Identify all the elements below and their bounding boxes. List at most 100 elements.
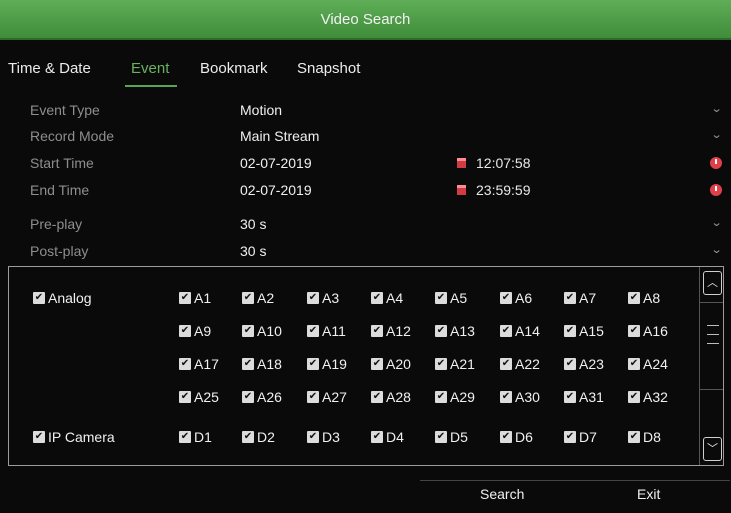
channel-label: A13 — [450, 323, 475, 339]
search-button[interactable]: Search — [480, 486, 524, 502]
analog-group-checkbox[interactable]: ✔ Analog — [33, 290, 92, 306]
tab-event[interactable]: Event — [131, 60, 169, 77]
channel-checkbox-a8[interactable]: ✔ A8 — [628, 290, 660, 306]
channel-checkbox-a5[interactable]: ✔ A5 — [435, 290, 467, 306]
chevron-down-icon[interactable]: ⌄ — [710, 216, 722, 229]
channel-checkbox-a28[interactable]: ✔ A28 — [371, 389, 411, 405]
channel-checkbox-a21[interactable]: ✔ A21 — [435, 356, 475, 372]
channel-checkbox-a18[interactable]: ✔ A18 — [242, 356, 282, 372]
checkbox-checked-icon: ✔ — [628, 358, 640, 370]
channel-checkbox-a13[interactable]: ✔ A13 — [435, 323, 475, 339]
channel-label: D1 — [194, 429, 212, 445]
checkbox-checked-icon: ✔ — [628, 391, 640, 403]
channel-checkbox-a15[interactable]: ✔ A15 — [564, 323, 604, 339]
exit-button[interactable]: Exit — [637, 486, 660, 502]
channel-checkbox-a12[interactable]: ✔ A12 — [371, 323, 411, 339]
channel-checkbox-a14[interactable]: ✔ A14 — [500, 323, 540, 339]
calendar-icon[interactable] — [457, 158, 466, 168]
channel-checkbox-a6[interactable]: ✔ A6 — [500, 290, 532, 306]
checkbox-checked-icon: ✔ — [628, 292, 640, 304]
channel-label: A5 — [450, 290, 468, 306]
channel-checkbox-d2[interactable]: ✔ D2 — [242, 429, 275, 445]
channel-checkbox-d8[interactable]: ✔ D8 — [628, 429, 661, 445]
end-date-field[interactable]: 02-07-2019 — [240, 182, 312, 198]
start-time-field[interactable]: 12:07:58 — [476, 155, 531, 171]
channel-checkbox-a24[interactable]: ✔ A24 — [628, 356, 668, 372]
channel-checkbox-a3[interactable]: ✔ A3 — [307, 290, 339, 306]
event-type-row[interactable]: Event Type Motion ⌄ — [0, 100, 731, 122]
clock-icon[interactable] — [710, 184, 722, 196]
tab-time-date[interactable]: Time & Date — [8, 60, 91, 77]
record-mode-row[interactable]: Record Mode Main Stream ⌄ — [0, 126, 731, 148]
channel-checkbox-a23[interactable]: ✔ A23 — [564, 356, 604, 372]
channel-checkbox-a32[interactable]: ✔ A32 — [628, 389, 668, 405]
channel-checkbox-a10[interactable]: ✔ A10 — [242, 323, 282, 339]
channel-checkbox-d5[interactable]: ✔ D5 — [435, 429, 468, 445]
channel-checkbox-a19[interactable]: ✔ A19 — [307, 356, 347, 372]
channel-label: A7 — [579, 290, 597, 306]
channel-label: A27 — [322, 389, 347, 405]
channel-checkbox-a1[interactable]: ✔ A1 — [179, 290, 211, 306]
record-mode-select[interactable]: Main Stream — [240, 128, 319, 144]
channel-scrollbar[interactable]: ︿ ﹀ — [699, 267, 723, 465]
channel-checkbox-d1[interactable]: ✔ D1 — [179, 429, 212, 445]
ip-camera-group-checkbox[interactable]: ✔ IP Camera — [33, 429, 115, 445]
pre-play-row[interactable]: Pre-play 30 s ⌄ — [0, 214, 731, 236]
channel-checkbox-a22[interactable]: ✔ A22 — [500, 356, 540, 372]
channel-checkbox-a29[interactable]: ✔ A29 — [435, 389, 475, 405]
channel-checkbox-a30[interactable]: ✔ A30 — [500, 389, 540, 405]
chevron-down-icon[interactable]: ⌄ — [710, 243, 722, 256]
channel-checkbox-a17[interactable]: ✔ A17 — [179, 356, 219, 372]
channel-label: A32 — [643, 389, 668, 405]
channel-checkbox-a2[interactable]: ✔ A2 — [242, 290, 274, 306]
channel-label: A20 — [386, 356, 411, 372]
pre-play-select[interactable]: 30 s — [240, 216, 266, 232]
channel-checkbox-a25[interactable]: ✔ A25 — [179, 389, 219, 405]
channel-checkbox-d4[interactable]: ✔ D4 — [371, 429, 404, 445]
checkbox-checked-icon: ✔ — [242, 325, 254, 337]
chevron-down-icon[interactable]: ⌄ — [710, 128, 722, 141]
channel-checkbox-d6[interactable]: ✔ D6 — [500, 429, 533, 445]
window-title: Video Search — [320, 10, 411, 28]
channel-label: D7 — [579, 429, 597, 445]
start-date-field[interactable]: 02-07-2019 — [240, 155, 312, 171]
channel-checkbox-a26[interactable]: ✔ A26 — [242, 389, 282, 405]
tab-bookmark[interactable]: Bookmark — [200, 60, 268, 77]
clock-icon[interactable] — [710, 157, 722, 169]
channel-checkbox-a7[interactable]: ✔ A7 — [564, 290, 596, 306]
chevron-down-icon[interactable]: ⌄ — [710, 102, 722, 115]
tab-snapshot[interactable]: Snapshot — [297, 60, 360, 77]
checkbox-checked-icon: ✔ — [179, 431, 191, 443]
tab-bar: Time & Date Event Bookmark Snapshot — [0, 40, 731, 88]
calendar-icon[interactable] — [457, 185, 466, 195]
channel-checkbox-a16[interactable]: ✔ A16 — [628, 323, 668, 339]
event-type-select[interactable]: Motion — [240, 102, 282, 118]
checkbox-checked-icon: ✔ — [371, 358, 383, 370]
channel-checkbox-a11[interactable]: ✔ A11 — [307, 323, 346, 339]
active-tab-indicator — [125, 85, 177, 87]
channel-label: A8 — [643, 290, 661, 306]
post-play-select[interactable]: 30 s — [240, 243, 266, 259]
channel-checkbox-a27[interactable]: ✔ A27 — [307, 389, 347, 405]
channel-checkbox-a20[interactable]: ✔ A20 — [371, 356, 411, 372]
channel-checkbox-a4[interactable]: ✔ A4 — [371, 290, 403, 306]
post-play-row[interactable]: Post-play 30 s ⌄ — [0, 241, 731, 263]
checkbox-checked-icon: ✔ — [500, 431, 512, 443]
channel-label: D2 — [257, 429, 275, 445]
channel-checkbox-a9[interactable]: ✔ A9 — [179, 323, 211, 339]
scroll-up-button[interactable]: ︿ — [703, 271, 722, 295]
checkbox-checked-icon: ✔ — [500, 391, 512, 403]
end-time-field[interactable]: 23:59:59 — [476, 182, 531, 198]
checkbox-checked-icon: ✔ — [307, 325, 319, 337]
scroll-down-button[interactable]: ﹀ — [703, 437, 722, 461]
checkbox-checked-icon: ✔ — [307, 391, 319, 403]
channel-checkbox-d3[interactable]: ✔ D3 — [307, 429, 340, 445]
channel-label: D3 — [322, 429, 340, 445]
channel-checkbox-a31[interactable]: ✔ A31 — [564, 389, 604, 405]
post-play-label: Post-play — [30, 243, 89, 259]
channel-label: A6 — [515, 290, 533, 306]
channel-checkbox-d7[interactable]: ✔ D7 — [564, 429, 597, 445]
channel-label: D6 — [515, 429, 533, 445]
scroll-thumb[interactable] — [707, 325, 719, 355]
channel-label: A25 — [194, 389, 219, 405]
